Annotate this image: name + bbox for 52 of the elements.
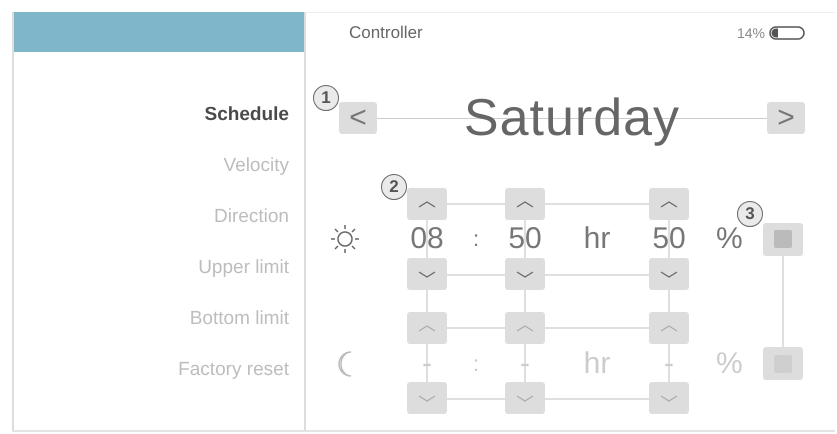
- battery-icon: [769, 26, 805, 40]
- increment-button[interactable]: [505, 312, 545, 344]
- sidebar-item[interactable]: Bottom limit: [190, 293, 289, 344]
- increment-button[interactable]: [505, 188, 545, 220]
- chevron-down-icon: [516, 270, 534, 278]
- sun-icon: [330, 224, 360, 254]
- chevron-up-icon: [516, 200, 534, 208]
- decrement-button[interactable]: [649, 382, 689, 414]
- next-day-button[interactable]: >: [766, 102, 805, 134]
- unit-label: hr: [584, 222, 610, 256]
- percent-value: 50: [652, 222, 686, 256]
- chevron-down-icon: [516, 394, 534, 402]
- battery-percentage: 14%: [736, 24, 765, 42]
- decrement-button[interactable]: [649, 258, 689, 290]
- chevron-up-icon: [418, 324, 436, 332]
- percent-sign: %: [716, 346, 743, 380]
- chevron-up-icon: [516, 324, 534, 332]
- sidebar-item[interactable]: Factory reset: [178, 344, 289, 395]
- increment-button[interactable]: [407, 312, 447, 344]
- sidebar-item[interactable]: Upper limit: [198, 242, 289, 293]
- increment-button[interactable]: [649, 312, 689, 344]
- chevron-up-icon: [660, 200, 678, 208]
- previous-day-button[interactable]: <: [339, 102, 377, 134]
- toggle-button[interactable]: [763, 222, 803, 256]
- chevron-down-icon: [418, 270, 436, 278]
- increment-button[interactable]: [649, 188, 689, 220]
- decrement-button[interactable]: [407, 382, 447, 414]
- percent-value: -: [664, 346, 674, 380]
- callout-number: 2: [381, 174, 407, 200]
- chevron-down-icon: [660, 270, 678, 278]
- decrement-button[interactable]: [505, 382, 545, 414]
- toggle-button[interactable]: [763, 347, 803, 380]
- sidebar-item[interactable]: Direction: [214, 191, 289, 242]
- day-title: Saturday: [464, 88, 680, 149]
- chevron-up-icon: [660, 324, 678, 332]
- hour-value: 08: [410, 222, 444, 256]
- time-separator: :: [472, 225, 480, 253]
- sidebar-item[interactable]: Schedule: [204, 89, 289, 140]
- callout-number: 1: [313, 85, 339, 111]
- app-title: Controller: [349, 22, 423, 44]
- time-separator: :: [472, 350, 480, 378]
- chevron-up-icon: [418, 200, 436, 208]
- chevron-down-icon: [660, 394, 678, 402]
- decrement-button[interactable]: [505, 258, 545, 290]
- minute-value: -: [520, 346, 530, 380]
- decrement-button[interactable]: [407, 258, 447, 290]
- chevron-down-icon: [418, 394, 436, 402]
- minute-value: 50: [508, 222, 542, 256]
- increment-button[interactable]: [407, 188, 447, 220]
- callout-number: 3: [737, 201, 763, 227]
- hour-value: -: [422, 346, 432, 380]
- sidebar-item[interactable]: Velocity: [224, 140, 289, 191]
